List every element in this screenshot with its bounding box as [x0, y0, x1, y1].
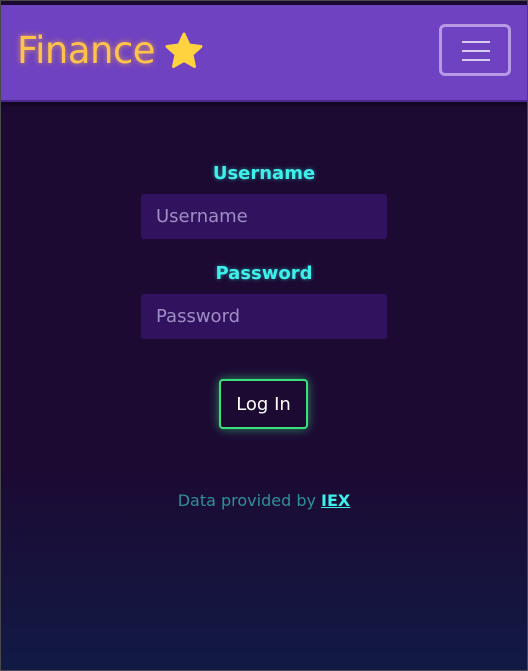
app-window: Finance Username Password Log In Data pr… [0, 0, 528, 671]
data-credit: Data provided by IEX [1, 491, 527, 510]
credit-text: Data provided by [177, 491, 322, 510]
brand-link[interactable]: Finance [17, 29, 205, 72]
star-icon [163, 30, 205, 72]
password-input[interactable] [141, 294, 387, 339]
username-label: Username [212, 163, 316, 184]
iex-link[interactable]: IEX [321, 491, 350, 510]
hamburger-menu-button[interactable] [439, 24, 511, 76]
password-label: Password [215, 263, 313, 284]
log-in-button[interactable]: Log In [219, 379, 308, 429]
brand-title: Finance [17, 29, 156, 72]
navbar: Finance [1, 5, 527, 102]
username-input[interactable] [141, 194, 387, 239]
